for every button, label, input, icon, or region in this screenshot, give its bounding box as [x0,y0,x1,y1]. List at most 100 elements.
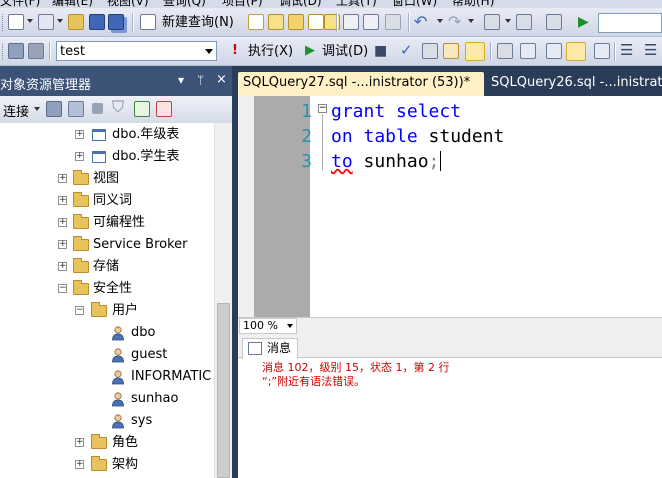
start-debugging-icon[interactable]: ▶ [578,14,594,30]
filter-icon[interactable]: ⛉ [112,99,124,115]
query-options-icon[interactable] [422,43,438,59]
cut-icon[interactable] [343,14,359,30]
connect-icon[interactable] [8,43,24,59]
tree-node[interactable]: dbo [0,322,214,344]
zoom-select[interactable]: 100 % [239,318,297,334]
results-to-file-icon[interactable] [594,43,610,59]
expand-icon[interactable]: + [58,240,67,249]
add-item-dropdown-icon[interactable] [57,19,63,23]
expand-icon[interactable]: + [75,130,84,139]
stop-icon[interactable] [92,103,103,114]
connect-object-explorer-icon[interactable] [46,101,62,117]
results-to-text-icon[interactable] [546,43,562,59]
refresh-icon[interactable] [134,101,150,117]
tree-node[interactable]: guest [0,344,214,366]
tree-node[interactable]: + 角色 [0,432,214,454]
tree-node[interactable]: + 架构 [0,454,214,476]
tree-node[interactable]: + 可编程性 [0,212,214,234]
redo-dropdown-icon[interactable] [468,19,474,23]
uncomment-lines-icon[interactable]: ☰ [644,42,657,58]
tab-sqlquery26[interactable]: SQLQuery26.sql -...inistrator [486,72,662,96]
expand-icon[interactable]: + [58,218,67,227]
cancel-query-icon[interactable]: ■ [374,43,387,59]
tab-messages[interactable]: 消息 [242,338,298,359]
add-item-icon[interactable] [38,14,54,30]
expand-icon[interactable]: + [58,174,67,183]
collapse-icon[interactable]: − [58,284,67,293]
navigate-backward-icon[interactable] [484,14,500,30]
analysis-query-icon[interactable] [268,14,284,30]
tree-node[interactable]: + dbo.学生表 [0,146,214,168]
connect-dropdown-icon[interactable] [34,107,40,111]
find-input[interactable] [598,13,662,33]
navigate-forward-icon[interactable] [516,14,532,30]
menu-debug[interactable]: 调试(D) [279,0,322,8]
menu-tools[interactable]: 工具(T) [336,0,377,8]
new-project-dropdown-icon[interactable] [27,19,33,23]
activity-monitor-icon[interactable] [156,101,172,117]
solution-explorer-icon[interactable] [546,14,562,30]
results-to-grid-selected-icon[interactable] [566,42,586,61]
expand-icon[interactable]: + [75,152,84,161]
change-connection-icon[interactable] [28,43,44,59]
results-to-grid-icon[interactable] [465,42,485,61]
tree-node[interactable]: + 同义词 [0,190,214,212]
disconnect-icon[interactable] [68,101,84,117]
comment-lines-icon[interactable]: ☰ [620,42,633,58]
scrollbar-thumb[interactable] [217,303,230,478]
collapse-icon[interactable]: − [75,306,84,315]
menu-view[interactable]: 视图(V) [107,0,149,8]
estimated-plan-icon[interactable] [443,43,459,59]
save-icon[interactable] [89,14,105,30]
toolbar-grip[interactable] [2,14,5,31]
redo-icon[interactable]: ↷ [448,14,464,30]
navigate-dropdown-icon[interactable] [505,19,511,23]
menu-window[interactable]: 窗口(W) [392,0,437,8]
sql-compact-query-icon[interactable] [324,14,340,30]
pin-icon[interactable]: ᛘ [197,73,204,87]
new-query-button[interactable]: 新建查询(N) [162,15,234,31]
expand-icon[interactable]: + [58,262,67,271]
database-select[interactable]: test [56,41,217,61]
expand-icon[interactable]: + [75,438,84,447]
menu-file[interactable]: 文件(F) [0,0,40,8]
client-statistics-icon[interactable] [520,43,536,59]
expand-icon[interactable]: + [58,196,67,205]
tree-node[interactable]: + 存储 [0,256,214,278]
paste-icon[interactable] [385,14,401,30]
undo-dropdown-icon[interactable] [437,19,443,23]
include-plan-icon[interactable] [497,43,513,59]
new-query-icon[interactable] [140,14,156,30]
copy-icon[interactable] [363,14,379,30]
debug-button[interactable]: 调试(D) [322,44,368,60]
tree-node[interactable]: − 安全性 [0,278,214,300]
execute-button[interactable]: 执行(X) [248,44,293,60]
dmx-query-icon[interactable] [288,14,304,30]
tree-node[interactable]: − 用户 [0,300,214,322]
undo-icon[interactable]: ↶ [414,14,430,30]
menu-query[interactable]: 查询(Q) [163,0,206,8]
menu-project[interactable]: 项目(P) [222,0,263,8]
tree-node[interactable]: INFORMATIC [0,366,214,388]
expand-icon[interactable]: + [75,460,84,469]
menu-edit[interactable]: 编辑(E) [52,0,93,8]
new-project-icon[interactable] [8,14,24,30]
toolbar-grip[interactable] [2,43,5,60]
tree-node[interactable]: + dbo.年级表 [0,124,214,146]
menu-help[interactable]: 帮助(H) [452,0,494,8]
tree-node[interactable]: sunhao [0,388,214,410]
xmla-query-icon[interactable] [308,14,324,30]
parse-checkmark-icon[interactable]: ✓ [400,42,413,58]
collapse-icon[interactable]: − [318,104,327,113]
tab-sqlquery27[interactable]: SQLQuery27.sql -...inistrator (53))* [238,72,484,96]
database-engine-query-icon[interactable] [248,14,264,30]
tree-node[interactable]: + 视图 [0,168,214,190]
close-icon[interactable]: × [216,72,227,87]
save-all-icon[interactable] [108,14,124,30]
open-file-icon[interactable] [68,14,84,30]
window-position-icon[interactable]: ▾ [178,73,184,87]
tree-node[interactable]: sys [0,410,214,432]
tree-node[interactable]: + Service Broker [0,234,214,256]
tree-scrollbar[interactable] [214,123,232,478]
connect-button[interactable]: 连接 [3,101,29,120]
